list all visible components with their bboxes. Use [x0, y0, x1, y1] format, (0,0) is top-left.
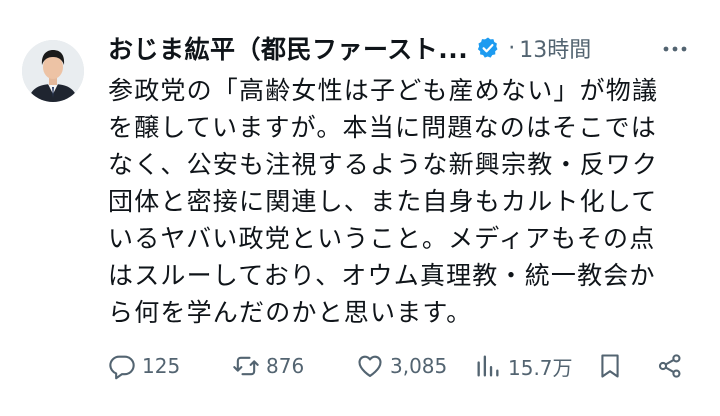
tweet-card: おじま紘平（都民ファースト... · 13時間 参政党の「高齢女性は子ども産めな…: [0, 0, 720, 416]
tweet-text-line: いるヤバい政党ということ。メディアもその点: [108, 224, 656, 253]
repost-button[interactable]: 876: [232, 348, 304, 384]
view-count: 15.7万: [508, 355, 573, 380]
like-icon: [358, 355, 382, 377]
reply-icon: [109, 355, 135, 380]
tweet-text-line: 団体と密接に関連し、また自身もカルト化して: [108, 187, 658, 216]
reply-count: 125: [142, 354, 181, 378]
tweet-body: 参政党の「高齢女性は子ども産めない」が物議 を醸していますが。本当に問題なのはそ…: [108, 72, 698, 331]
more-options-button[interactable]: [660, 34, 690, 64]
verified-badge-icon: [478, 37, 498, 58]
avatar-image: [22, 40, 84, 102]
action-bar: 125 876 3,085 15.7万: [108, 348, 698, 384]
author-name[interactable]: おじま紘平（都民ファースト...: [108, 30, 468, 66]
like-count: 3,085: [390, 354, 448, 378]
reply-button[interactable]: 125: [108, 348, 180, 384]
views-icon: [477, 355, 499, 377]
tweet-text-line: 参政党の「高齢女性は子ども産めない」が物議: [108, 76, 659, 105]
tweet-text-line: なく、公安も注視するような新興宗教・反ワク: [108, 150, 659, 179]
tweet-text-line: ら何を学んだのかと思います。: [108, 298, 473, 327]
bookmark-button[interactable]: [596, 348, 624, 384]
post-timestamp[interactable]: 13時間: [519, 32, 591, 64]
more-options-icon: [663, 46, 687, 52]
repost-count: 876: [266, 354, 305, 378]
header-separator: ·: [508, 35, 516, 61]
bookmark-icon: [601, 354, 619, 378]
tweet-text-line: はスルーしており、オウム真理教・統一教会か: [108, 261, 656, 290]
tweet-text-line: を醸していますが。本当に問題なのはそこでは: [108, 113, 657, 142]
like-button[interactable]: 3,085: [356, 348, 447, 384]
views-button[interactable]: 15.7万: [474, 348, 573, 384]
author-avatar[interactable]: [22, 40, 84, 102]
tweet-header: おじま紘平（都民ファースト... · 13時間: [108, 30, 690, 66]
share-button[interactable]: [656, 348, 684, 384]
share-icon: [658, 354, 681, 378]
repost-icon: [233, 356, 259, 376]
